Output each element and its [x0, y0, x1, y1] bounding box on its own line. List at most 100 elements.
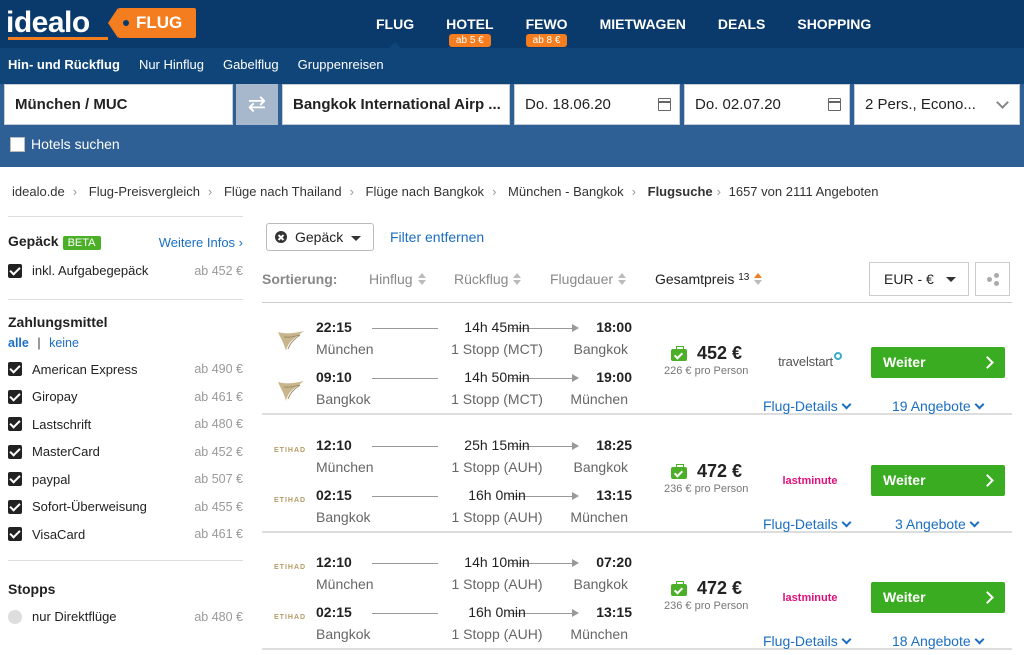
nav-item-hotel[interactable]: HOTEL ab 5 €: [430, 0, 509, 48]
baggage-option[interactable]: inkl. Aufgabegepäck ab 452 €: [8, 257, 243, 285]
clear-filters-link[interactable]: Filter entfernen: [390, 229, 484, 245]
travelstart-ring-icon: [833, 352, 842, 360]
search-form: München / MUC ⇄ Bangkok International Ai…: [0, 84, 1024, 167]
offers-link[interactable]: 3 Angebote: [895, 516, 980, 532]
checkbox-empty[interactable]: [10, 136, 25, 152]
provider-logo: lastminute: [782, 475, 838, 487]
flight-details-link[interactable]: Flug-Details: [763, 398, 852, 414]
radio-button[interactable]: [8, 609, 22, 624]
hotels-search-checkbox[interactable]: Hotels suchen: [10, 136, 120, 152]
total-price: 472 €: [697, 578, 743, 598]
checkbox-checked[interactable]: [8, 499, 22, 514]
sort-return[interactable]: Rückflug: [454, 271, 522, 287]
checkbox-checked[interactable]: [8, 472, 22, 487]
passengers-select[interactable]: 2 Pers., Econo...: [854, 84, 1020, 125]
payment-filter-title: Zahlungsmittel: [8, 313, 108, 330]
nav-item-shopping[interactable]: SHOPPING: [781, 0, 887, 48]
idealo-logo[interactable]: idealo: [6, 6, 90, 40]
continue-button[interactable]: Weiter: [871, 465, 1005, 496]
flight-result[interactable]: ETIHAD 12:10 München 14h 10min 1 Stopp (…: [262, 538, 1012, 650]
swap-airports-button[interactable]: ⇄: [236, 84, 278, 125]
outbound-leg: ETIHAD 12:10 München 25h 15min 1 Stopp (…: [274, 437, 632, 475]
filter-sidebar: Gepäck BETA Weitere Infos › inkl. Aufgabe…: [8, 216, 243, 631]
checkbox-checked[interactable]: [8, 362, 22, 377]
checkbox-checked[interactable]: [8, 527, 22, 542]
chevron-down-icon: [841, 517, 852, 528]
trip-type-multicity[interactable]: Gabelflug: [223, 57, 279, 72]
breadcrumb-item[interactable]: München - Bangkok: [508, 184, 624, 199]
flug-tag-badge[interactable]: FLUG: [108, 8, 196, 38]
flight-details-link[interactable]: Flug-Details: [763, 633, 852, 649]
return-date-field[interactable]: Do. 02.07.20: [684, 84, 850, 125]
checkbox-checked[interactable]: [8, 389, 22, 404]
chevron-down-icon: [969, 517, 980, 528]
checkbox-checked[interactable]: [8, 417, 22, 432]
logo-underline: [8, 37, 108, 40]
sort-arrows-icon: [513, 273, 522, 285]
payment-option[interactable]: paypal ab 507 €: [8, 466, 243, 494]
destination-field[interactable]: Bangkok International Airp ...: [282, 84, 510, 125]
payment-option[interactable]: Giropay ab 461 €: [8, 383, 243, 411]
origin-field[interactable]: München / MUC: [4, 84, 233, 125]
flight-result[interactable]: 22:15 München 14h 45min 1 Stopp (MCT) 18…: [262, 303, 1012, 415]
breadcrumb-item[interactable]: Flüge nach Thailand: [224, 184, 342, 199]
baggage-included-icon: [671, 346, 687, 361]
trip-type-group[interactable]: Gruppenreisen: [298, 57, 384, 72]
outbound-leg: 22:15 München 14h 45min 1 Stopp (MCT) 18…: [262, 319, 642, 367]
depart-date-field[interactable]: Do. 18.06.20: [514, 84, 680, 125]
site-header: idealo FLUG FLUG HOTEL ab 5 € FEWO ab 8 € …: [0, 0, 1024, 167]
chevron-down-icon: [841, 634, 852, 645]
remove-filter-icon[interactable]: [275, 231, 287, 243]
payment-option[interactable]: MasterCard ab 452 €: [8, 438, 243, 466]
continue-button[interactable]: Weiter: [871, 347, 1005, 378]
baggage-filter-chip[interactable]: Gepäck: [266, 223, 374, 251]
select-none-link[interactable]: keine: [49, 336, 79, 350]
breadcrumb: idealo.de › Flug-Preisvergleich › Flüge na…: [12, 184, 879, 199]
breadcrumb-item[interactable]: Flug-Preisvergleich: [89, 184, 200, 199]
direct-flights-option[interactable]: nur Direktflüge ab 480 €: [8, 603, 243, 631]
offers-link[interactable]: 19 Angebote: [892, 398, 985, 414]
chevron-down-icon: [974, 399, 985, 410]
flight-result[interactable]: ETIHAD 12:10 München 25h 15min 1 Stopp (…: [262, 421, 1012, 533]
payment-option[interactable]: American Express ab 490 €: [8, 356, 243, 384]
nav-item-flug[interactable]: FLUG: [360, 0, 430, 49]
main-nav: FLUG HOTEL ab 5 € FEWO ab 8 € MIETWAGEN DE…: [360, 0, 887, 49]
beta-badge: BETA: [62, 236, 101, 250]
calendar-icon: [658, 98, 671, 111]
swap-icon: ⇄: [247, 91, 267, 116]
nav-item-fewo[interactable]: FEWO ab 8 €: [510, 0, 584, 48]
return-leg: ETIHAD 02:15 Bangkok 16h 0min 1 Stopp (A…: [274, 604, 632, 642]
baggage-filter-title: Gepäck: [8, 233, 59, 249]
etihad-logo-icon: ETIHAD: [274, 447, 307, 454]
payment-option[interactable]: VisaCard ab 461 €: [8, 521, 243, 549]
more-info-link[interactable]: Weitere Infos ›: [159, 235, 243, 250]
continue-button[interactable]: Weiter: [871, 582, 1005, 613]
provider-logo: lastminute: [782, 592, 838, 604]
chevron-down-icon: [996, 96, 1009, 109]
fewo-price-badge: ab 8 €: [525, 34, 568, 47]
nav-item-mietwagen[interactable]: MIETWAGEN: [584, 0, 702, 48]
checkbox-checked[interactable]: [8, 263, 22, 278]
share-button[interactable]: [975, 262, 1010, 296]
currency-select[interactable]: EUR - €: [869, 262, 969, 296]
sort-arrows-icon: [417, 273, 426, 285]
payment-list: American Express ab 490 € Giropay ab 461 €…: [8, 356, 243, 549]
sort-arrows-icon: [754, 273, 763, 285]
select-all-link[interactable]: alle: [8, 336, 29, 350]
provider-logo: travelstart: [774, 352, 846, 369]
breadcrumb-current: Flugsuche: [647, 184, 713, 199]
trip-type-roundtrip[interactable]: Hin- und Rückflug: [8, 57, 120, 72]
breadcrumb-item[interactable]: Flüge nach Bangkok: [366, 184, 485, 199]
nav-item-deals[interactable]: DEALS: [702, 0, 781, 48]
payment-option[interactable]: Lastschrift ab 480 €: [8, 411, 243, 439]
checkbox-checked[interactable]: [8, 444, 22, 459]
sort-outbound[interactable]: Hinflug: [369, 271, 426, 287]
flight-details-link[interactable]: Flug-Details: [763, 516, 852, 532]
trip-type-oneway[interactable]: Nur Hinflug: [139, 57, 204, 72]
sort-total-price[interactable]: Gesamtpreis 13: [655, 271, 763, 287]
breadcrumb-item[interactable]: idealo.de: [12, 184, 65, 199]
payment-option[interactable]: Sofort-Überweisung ab 455 €: [8, 493, 243, 521]
sort-duration[interactable]: Flugdauer: [550, 271, 627, 287]
sort-label: Sortierung:: [262, 271, 338, 287]
offers-link[interactable]: 18 Angebote: [892, 633, 985, 649]
